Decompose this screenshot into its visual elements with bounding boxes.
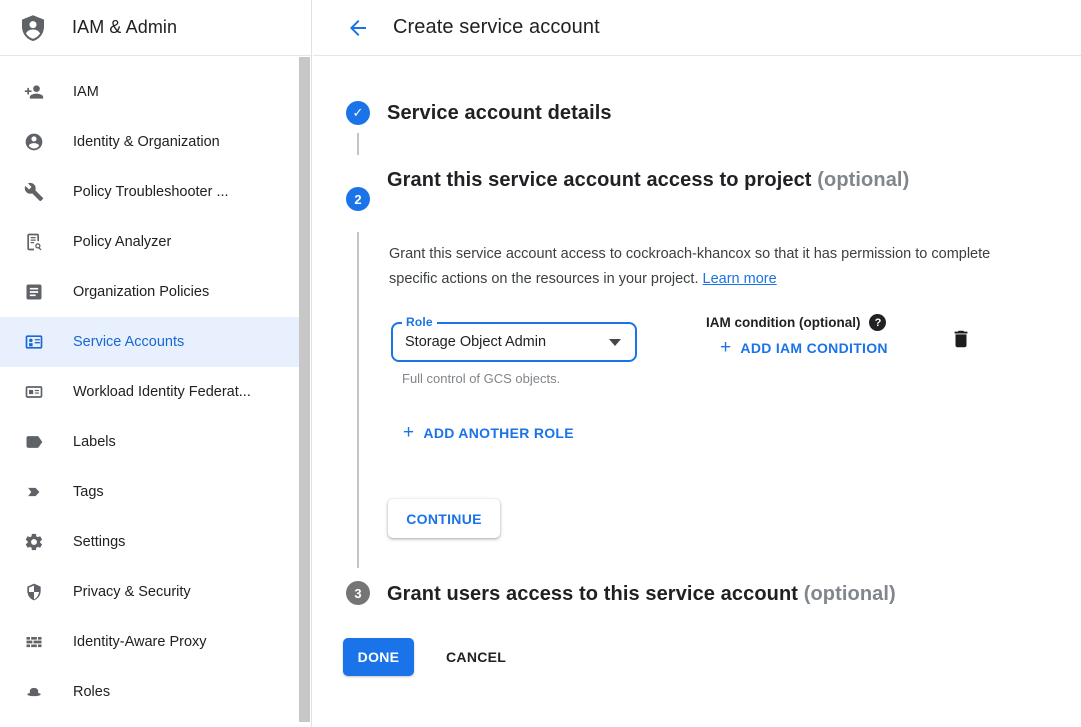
role-dropdown[interactable]: Role Storage Object Admin <box>391 322 637 362</box>
badge-card-icon <box>24 382 44 402</box>
sidebar-item-iam[interactable]: IAM <box>0 67 299 117</box>
sidebar-item-tags[interactable]: Tags <box>0 467 299 517</box>
hat-icon <box>24 682 44 702</box>
tag-arrow-icon <box>24 482 44 502</box>
sidebar-item-settings[interactable]: Settings <box>0 517 299 567</box>
role-helper-text: Full control of GCS objects. <box>402 371 560 386</box>
step3-optional-label: (optional) <box>804 583 896 605</box>
add-iam-condition-label: ADD IAM CONDITION <box>740 340 887 356</box>
delete-role-button[interactable] <box>950 328 972 350</box>
cancel-button[interactable]: CANCEL <box>432 638 520 676</box>
step2-description: Grant this service account access to coc… <box>389 242 993 292</box>
help-icon[interactable]: ? <box>869 314 886 331</box>
policy-analyzer-icon <box>24 232 44 252</box>
step3-title: Grant users access to this service accou… <box>387 582 1067 606</box>
sidebar-item-privacy-security[interactable]: Privacy & Security <box>0 567 299 617</box>
proxy-wall-icon <box>24 632 44 652</box>
step2-number-badge: 2 <box>346 187 370 211</box>
main-panel: Create service account ✓ Service account… <box>313 0 1081 727</box>
continue-button[interactable]: CONTINUE <box>388 499 500 538</box>
wrench-icon <box>24 182 44 202</box>
step1-complete-check-icon: ✓ <box>346 101 370 125</box>
sidebar-item-label: Workload Identity Federat... <box>73 384 251 400</box>
person-add-icon <box>24 82 44 102</box>
back-arrow-icon[interactable] <box>346 16 370 40</box>
sidebar-item-label: IAM <box>73 84 99 100</box>
sidebar-item-label: Identity-Aware Proxy <box>73 634 207 650</box>
label-tag-icon <box>24 432 44 452</box>
add-iam-condition-button[interactable]: + ADD IAM CONDITION <box>720 339 888 357</box>
stepper-content: ✓ Service account details 2 Grant this s… <box>313 56 1081 727</box>
sidebar-item-policy-analyzer[interactable]: Policy Analyzer <box>0 217 299 267</box>
sidebar-scrollbar[interactable] <box>299 57 310 722</box>
sidebar-item-label: Settings <box>73 534 125 550</box>
sidebar-item-workload-identity-federation[interactable]: Workload Identity Federat... <box>0 367 299 417</box>
dropdown-arrow-icon <box>609 339 621 346</box>
sidebar-nav: IAM Identity & Organization Policy Troub… <box>0 56 311 717</box>
sidebar-item-label: Policy Troubleshooter ... <box>73 184 229 200</box>
service-account-icon <box>24 332 44 352</box>
step3-title-text: Grant users access to this service accou… <box>387 583 798 605</box>
iam-condition-label-text: IAM condition (optional) <box>706 315 860 330</box>
shield-half-icon <box>24 582 44 602</box>
sidebar-header: IAM & Admin <box>0 0 311 56</box>
role-selected-value: Storage Object Admin <box>405 334 546 350</box>
step1-title: Service account details <box>387 102 612 124</box>
sidebar-item-policy-troubleshooter[interactable]: Policy Troubleshooter ... <box>0 167 299 217</box>
role-field-label: Role <box>402 315 437 329</box>
sidebar-item-label: Service Accounts <box>73 334 184 350</box>
sidebar-item-label: Tags <box>73 484 104 500</box>
sidebar-item-label: Organization Policies <box>73 284 209 300</box>
sidebar-item-identity-aware-proxy[interactable]: Identity-Aware Proxy <box>0 617 299 667</box>
learn-more-link[interactable]: Learn more <box>703 271 777 287</box>
step2-description-text: Grant this service account access to coc… <box>389 246 990 287</box>
sidebar-item-service-accounts[interactable]: Service Accounts <box>0 317 299 367</box>
add-another-role-button[interactable]: + ADD ANOTHER ROLE <box>403 424 574 442</box>
sidebar-item-organization-policies[interactable]: Organization Policies <box>0 267 299 317</box>
page-title: Create service account <box>393 16 600 39</box>
product-name: IAM & Admin <box>72 17 177 38</box>
iam-shield-icon <box>18 13 48 43</box>
plus-icon: + <box>403 424 414 442</box>
plus-icon: + <box>720 339 731 357</box>
sidebar-item-labels[interactable]: Labels <box>0 417 299 467</box>
account-circle-icon <box>24 132 44 152</box>
step-connector <box>357 232 359 568</box>
iam-condition-label: IAM condition (optional) ? <box>706 314 886 331</box>
sidebar-item-label: Identity & Organization <box>73 134 220 150</box>
document-lines-icon <box>24 282 44 302</box>
step3-number-badge: 3 <box>346 581 370 605</box>
step2-optional-label: (optional) <box>817 169 909 191</box>
trash-icon <box>950 328 972 350</box>
sidebar-item-label: Roles <box>73 684 110 700</box>
sidebar-item-label: Labels <box>73 434 116 450</box>
sidebar-item-identity-organization[interactable]: Identity & Organization <box>0 117 299 167</box>
step2-title-text: Grant this service account access to pro… <box>387 169 812 191</box>
sidebar-item-label: Policy Analyzer <box>73 234 171 250</box>
page-header: Create service account <box>313 0 1081 56</box>
step2-title: Grant this service account access to pro… <box>387 163 947 197</box>
done-button[interactable]: DONE <box>343 638 414 676</box>
add-another-role-label: ADD ANOTHER ROLE <box>423 425 574 441</box>
gear-icon <box>24 532 44 552</box>
step-connector <box>357 133 359 155</box>
sidebar-item-label: Privacy & Security <box>73 584 191 600</box>
sidebar-item-roles[interactable]: Roles <box>0 667 299 717</box>
sidebar: IAM & Admin IAM Identity & Organization … <box>0 0 312 727</box>
